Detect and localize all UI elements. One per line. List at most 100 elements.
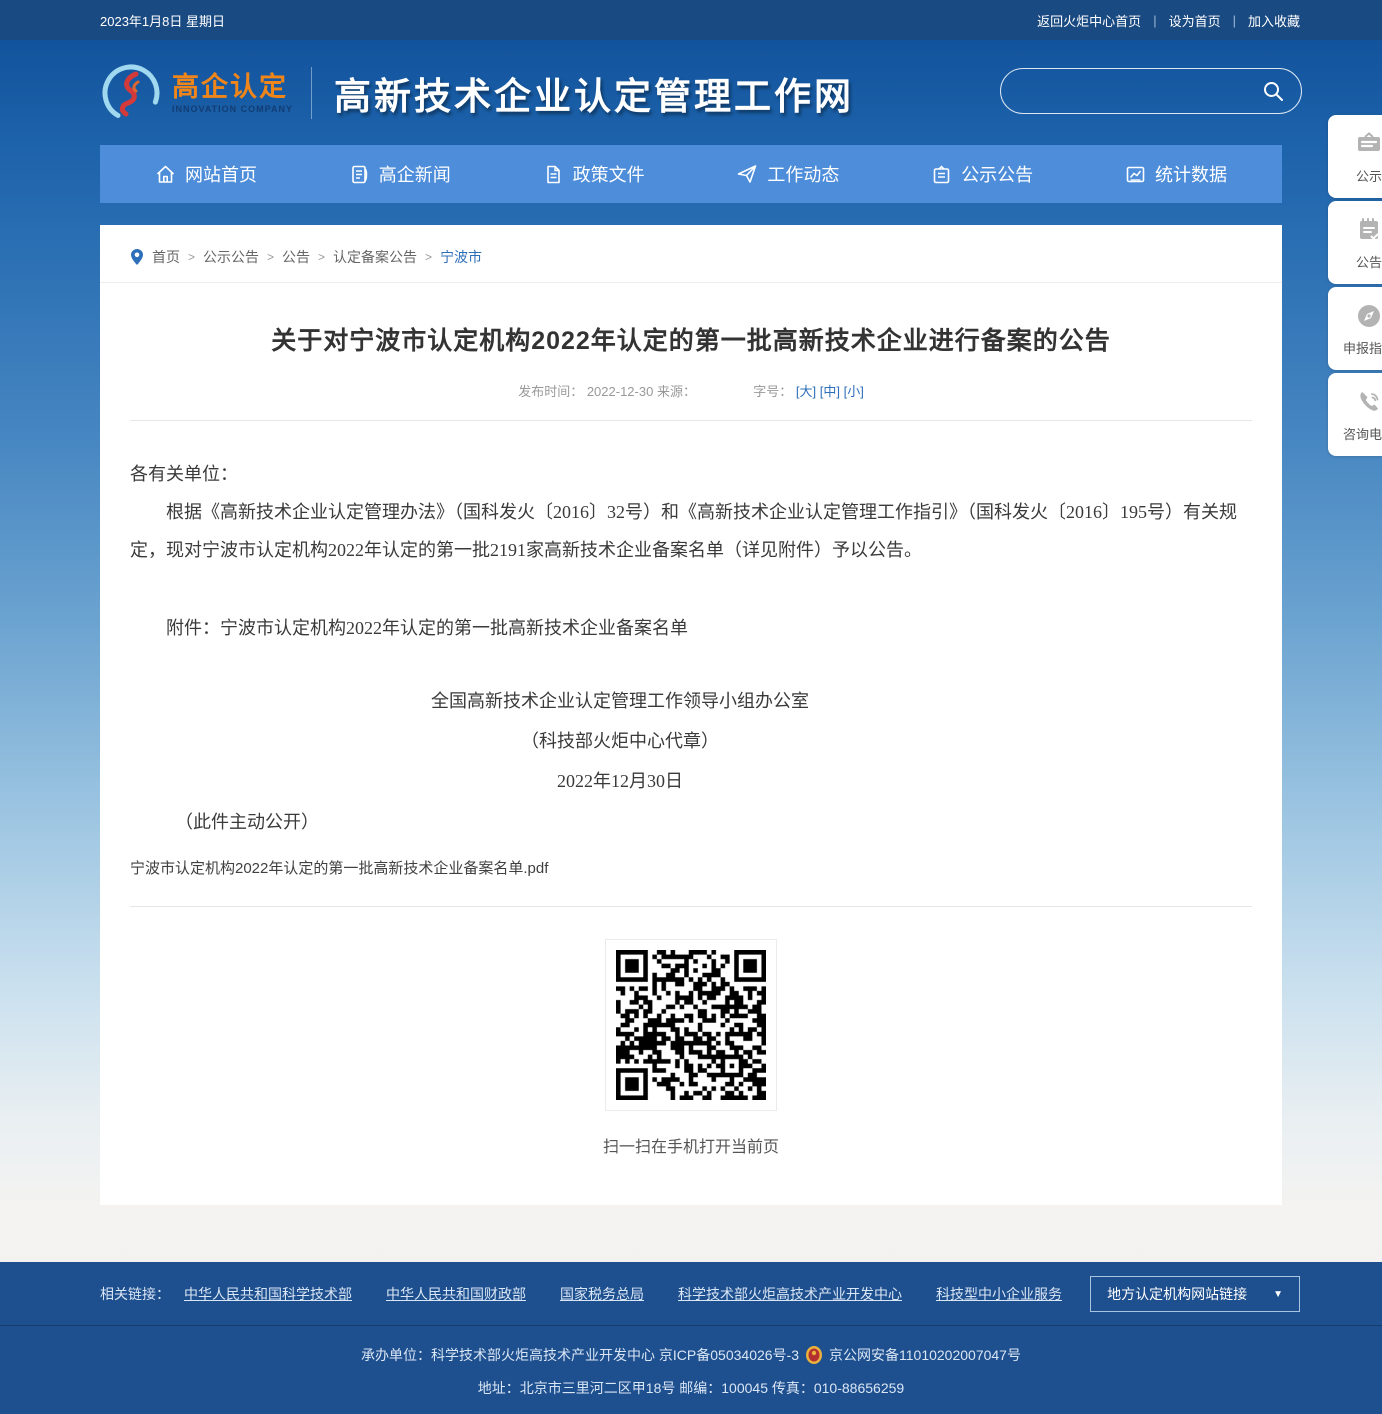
search-box <box>1000 68 1302 114</box>
dropdown-label: 地方认定机构网站链接 <box>1107 1284 1247 1304</box>
footer-link-torch[interactable]: 科学技术部火炬高技术产业开发中心 <box>678 1284 902 1304</box>
paper-plane-icon <box>736 163 758 185</box>
qr-section: 扫一扫在手机打开当前页 <box>100 939 1282 1157</box>
crumb-separator: > <box>318 250 325 264</box>
local-agency-dropdown[interactable]: 地方认定机构网站链接 ▼ <box>1090 1276 1300 1312</box>
address-row: 地址：北京市三里河二区甲18号 邮编：100045 传真：010-8865625… <box>0 1378 1382 1398</box>
home-icon <box>155 164 176 185</box>
nav-label: 统计数据 <box>1155 161 1227 187</box>
nav-item-worknews[interactable]: 工作动态 <box>736 161 839 187</box>
side-card-gongshi[interactable]: 公示 <box>1328 115 1382 198</box>
chevron-down-icon: ▼ <box>1273 1289 1283 1300</box>
compass-icon <box>1354 301 1382 331</box>
news-icon <box>349 164 370 185</box>
location-pin-icon <box>130 248 144 266</box>
main-nav: 网站首页 高企新闻 政策文件 工作动态 <box>100 145 1282 203</box>
logo-icon <box>100 62 162 124</box>
site-header: 高企认定 INNOVATION COMPANY 高新技术企业认定管理工作网 <box>0 40 1382 145</box>
fontsize-large-button[interactable]: [大] <box>796 384 816 399</box>
site-title: 高新技术企业认定管理工作网 <box>334 66 854 120</box>
separator: | <box>1153 13 1156 28</box>
footer-link-tax[interactable]: 国家税务总局 <box>560 1284 644 1304</box>
notepad-icon <box>1354 215 1382 245</box>
crumb-notice[interactable]: 公告 <box>282 247 310 267</box>
organizer-row: 承办单位：科学技术部火炬高技术产业开发中心 京ICP备05034026号-3 京… <box>0 1345 1382 1365</box>
security-badge-icon <box>805 1345 823 1365</box>
side-card-gonggao[interactable]: 公告 <box>1328 201 1382 284</box>
body-divider <box>130 906 1252 907</box>
nav-item-home[interactable]: 网站首页 <box>155 161 257 187</box>
search-input[interactable] <box>1017 83 1261 100</box>
topbar-links: 返回火炬中心首页 | 设为首页 | 加入收藏 <box>1037 11 1300 30</box>
main-paragraph: 根据《高新技术企业认定管理办法》（国科发火〔2016〕32号）和《高新技术企业认… <box>130 493 1252 569</box>
qr-code <box>605 939 777 1111</box>
related-links-label: 相关链接： <box>100 1284 170 1304</box>
nav-item-announcements[interactable]: 公示公告 <box>931 161 1033 187</box>
crumb-announcements[interactable]: 公示公告 <box>203 247 259 267</box>
nav-label: 高企新闻 <box>379 161 451 187</box>
side-card-label: 申报指南 <box>1343 338 1382 357</box>
qr-code-image <box>616 950 766 1100</box>
header-divider <box>311 67 312 119</box>
nav-item-statistics[interactable]: 统计数据 <box>1125 161 1227 187</box>
crumb-separator: > <box>425 250 432 264</box>
side-card-label: 咨询电话 <box>1343 424 1382 443</box>
nav-item-policy[interactable]: 政策文件 <box>543 161 645 187</box>
signature-note: （科技部火炬中心代章） <box>130 721 1110 761</box>
source-label: 来源： <box>657 384 696 399</box>
side-card-label: 公告 <box>1356 252 1382 271</box>
crumb-filing-notice[interactable]: 认定备案公告 <box>333 247 417 267</box>
nav-label: 政策文件 <box>573 161 645 187</box>
add-favorite-link[interactable]: 加入收藏 <box>1248 11 1300 30</box>
fontsize-medium-button[interactable]: [中] <box>820 384 840 399</box>
side-card-shenbao-zhinan[interactable]: 申报指南 <box>1328 287 1382 370</box>
page: 2023年1月8日 星期日 返回火炬中心首页 | 设为首页 | 加入收藏 高企认… <box>0 0 1382 1414</box>
footer-link-mof[interactable]: 中华人民共和国财政部 <box>386 1284 526 1304</box>
crumb-separator: > <box>267 250 274 264</box>
article-body: 各有关单位： 根据《高新技术企业认定管理办法》（国科发火〔2016〕32号）和《… <box>100 421 1282 841</box>
clipboard-icon <box>931 164 952 185</box>
logo-title: 高企认定 <box>172 72 293 102</box>
article-title: 关于对宁波市认定机构2022年认定的第一批高新技术企业进行备案的公告 <box>100 321 1282 357</box>
fontsize-small-button[interactable]: [小] <box>844 384 864 399</box>
phone-icon <box>1354 387 1382 417</box>
signature-date: 2022年12月30日 <box>130 761 1110 801</box>
breadcrumb: 首页 > 公示公告 > 公告 > 认定备案公告 > 宁波市 <box>100 225 1282 283</box>
chart-icon <box>1125 164 1146 185</box>
related-links-row: 相关链接： 中华人民共和国科学技术部 中华人民共和国财政部 国家税务总局 科学技… <box>0 1262 1382 1312</box>
publish-time-label: 发布时间： <box>518 384 583 399</box>
footer: 相关链接： 中华人民共和国科学技术部 中华人民共和国财政部 国家税务总局 科学技… <box>0 1262 1382 1414</box>
site-logo[interactable]: 高企认定 INNOVATION COMPANY <box>100 62 293 124</box>
policy-file-icon <box>543 164 564 185</box>
signature-block: 全国高新技术企业认定管理工作领导小组办公室 （科技部火炬中心代章） 2022年1… <box>130 681 1110 801</box>
logo-subtitle: INNOVATION COMPANY <box>172 104 293 114</box>
side-card-zixun-dianhua[interactable]: 咨询电话 <box>1328 373 1382 456</box>
attachment-line: 附件：宁波市认定机构2022年认定的第一批高新技术企业备案名单 <box>130 609 1252 647</box>
floating-side-panel: 公示 公告 申报指南 咨询电话 <box>1328 115 1382 459</box>
footer-link-most[interactable]: 中华人民共和国科学技术部 <box>184 1284 352 1304</box>
attachment-pdf-link[interactable]: 宁波市认定机构2022年认定的第一批高新技术企业备案名单.pdf <box>130 857 548 878</box>
footer-link-sme[interactable]: 科技型中小企业服务 <box>936 1284 1062 1304</box>
nav-label: 工作动态 <box>767 161 839 187</box>
back-to-torch-home-link[interactable]: 返回火炬中心首页 <box>1037 11 1141 30</box>
topbar: 2023年1月8日 星期日 返回火炬中心首页 | 设为首页 | 加入收藏 <box>0 0 1382 40</box>
crumb-home[interactable]: 首页 <box>152 247 180 267</box>
nav-label: 网站首页 <box>185 161 257 187</box>
board-icon <box>1354 129 1382 159</box>
organizer-text: 承办单位：科学技术部火炬高技术产业开发中心 京ICP备05034026号-3 <box>361 1345 799 1365</box>
signature-org: 全国高新技术企业认定管理工作领导小组办公室 <box>130 681 1110 721</box>
separator: | <box>1233 13 1236 28</box>
crumb-ningbo[interactable]: 宁波市 <box>440 247 482 267</box>
current-date: 2023年1月8日 星期日 <box>100 11 225 30</box>
related-links: 中华人民共和国科学技术部 中华人民共和国财政部 国家税务总局 科学技术部火炬高技… <box>184 1284 1062 1304</box>
set-homepage-link[interactable]: 设为首页 <box>1169 11 1221 30</box>
side-card-label: 公示 <box>1356 166 1382 185</box>
fontsize-label: 字号： <box>753 384 792 399</box>
disclosure-note: （此件主动公开） <box>130 803 1252 841</box>
content-card: 首页 > 公示公告 > 公告 > 认定备案公告 > 宁波市 关于对宁波市认定机构… <box>100 225 1282 1205</box>
nav-item-news[interactable]: 高企新闻 <box>349 161 451 187</box>
search-icon[interactable] <box>1261 79 1285 103</box>
address-text: 地址：北京市三里河二区甲18号 邮编：100045 传真：010-8865625… <box>478 1378 904 1398</box>
logo-text: 高企认定 INNOVATION COMPANY <box>172 72 293 114</box>
security-record-link[interactable]: 京公网安备11010202007047号 <box>829 1345 1021 1365</box>
